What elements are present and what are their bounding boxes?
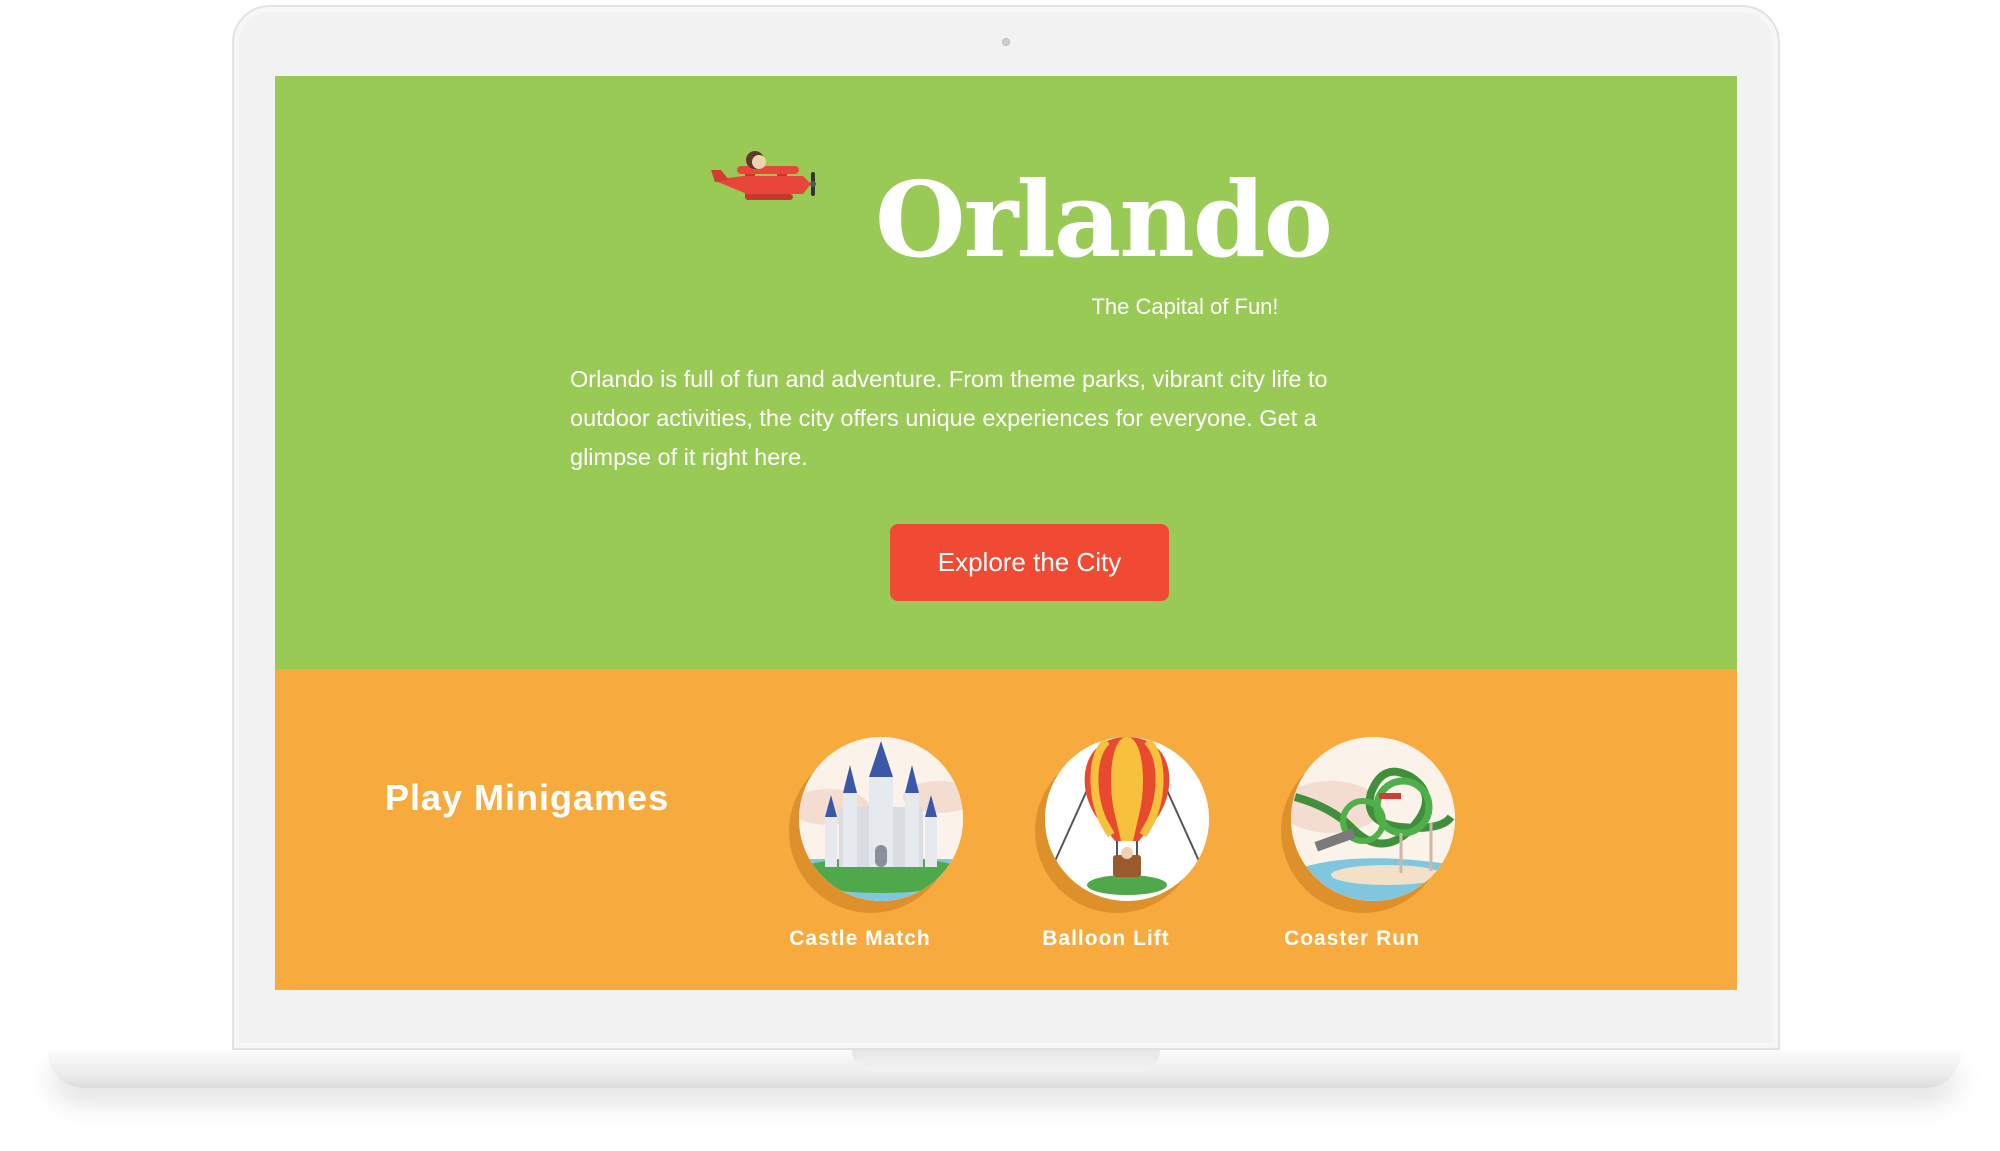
- game-label: Balloon Lift: [1042, 927, 1170, 950]
- hero-section: Orlando The Capital of Fun! Orlando is f…: [275, 76, 1737, 669]
- explore-city-button[interactable]: Explore the City: [890, 524, 1169, 601]
- laptop-screen: Orlando The Capital of Fun! Orlando is f…: [275, 76, 1737, 990]
- game-balloon-lift[interactable]: Balloon Lift: [986, 737, 1226, 967]
- minigames-section: Play Minigames Castle Match Balloon Lift…: [275, 669, 1737, 990]
- airplane-icon: [711, 151, 816, 200]
- game-label: Castle Match: [789, 927, 931, 950]
- intro-line-3: glimpse of it right here.: [570, 444, 808, 470]
- intro-line-2: outdoor activities, the city offers uniq…: [570, 405, 1317, 431]
- minigames-title: Play Minigames: [385, 777, 670, 818]
- roller-coaster-icon: [1291, 737, 1455, 901]
- game-label: Coaster Run: [1284, 927, 1420, 950]
- intro-paragraph: Orlando is full of fun and adventure. Fr…: [570, 360, 1470, 477]
- site-logo[interactable]: Orlando: [833, 160, 1373, 280]
- intro-line-1: Orlando is full of fun and adventure. Fr…: [570, 366, 1328, 392]
- camera-icon: [1002, 38, 1010, 46]
- game-castle-match[interactable]: Castle Match: [740, 737, 980, 967]
- site-tagline: The Capital of Fun!: [1091, 294, 1279, 319]
- castle-icon: [799, 737, 963, 901]
- laptop-notch: [852, 1050, 1160, 1072]
- game-coaster-run[interactable]: Coaster Run: [1232, 737, 1472, 967]
- hot-air-balloon-icon: [1045, 737, 1209, 901]
